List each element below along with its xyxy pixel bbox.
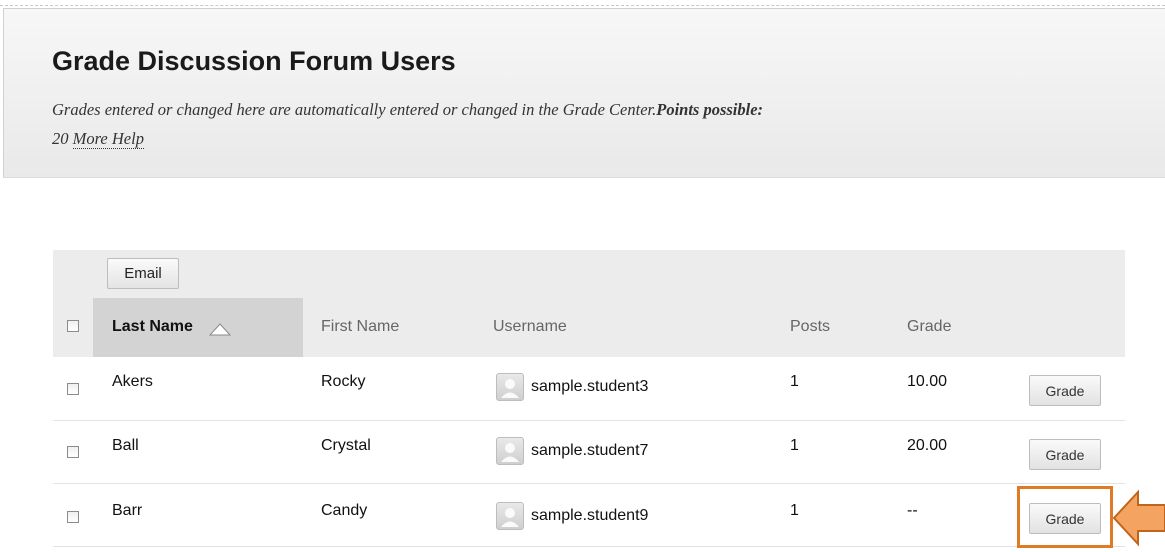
row-first-name: Candy [321,502,368,519]
user-avatar-icon [496,373,524,401]
row-posts: 1 [790,373,799,390]
row-checkbox[interactable] [67,383,79,395]
row-username: sample.student9 [531,507,649,524]
column-header-first-name[interactable]: First Name [321,318,399,336]
row-username: sample.student3 [531,378,649,395]
row-checkbox[interactable] [67,446,79,458]
row-last-name: Ball [112,437,139,454]
help-text-body: Grades entered or changed here are autom… [52,100,657,119]
sort-ascending-icon[interactable] [209,323,231,336]
column-header-username[interactable]: Username [493,318,567,336]
row-grade: -- [907,502,918,519]
row-checkbox[interactable] [67,511,79,523]
user-avatar-icon [496,502,524,530]
page-help-text: Grades entered or changed here are autom… [52,95,1122,153]
select-all-checkbox[interactable] [67,320,79,332]
grade-button[interactable]: Grade [1029,439,1101,470]
user-avatar-icon [496,437,524,465]
more-help-link[interactable]: More Help [72,129,144,149]
grade-button[interactable]: Grade [1029,375,1101,406]
top-divider [0,0,1165,6]
page-title: Grade Discussion Forum Users [52,46,456,76]
column-header-posts[interactable]: Posts [790,318,830,336]
email-button[interactable]: Email [107,258,179,289]
arrow-left-icon [1112,489,1165,552]
highlight-box [1017,486,1113,548]
column-header-last-name[interactable]: Last Name [112,318,193,336]
points-possible-value: 20 [52,129,69,148]
row-last-name: Akers [112,373,153,390]
row-posts: 1 [790,437,799,454]
row-grade: 10.00 [907,373,948,390]
row-posts: 1 [790,502,799,519]
row-username: sample.student7 [531,442,649,459]
row-first-name: Rocky [321,373,366,390]
row-last-name: Barr [112,502,143,519]
row-first-name: Crystal [321,437,371,454]
points-possible-label: Points possible: [656,100,764,119]
column-header-grade[interactable]: Grade [907,318,951,336]
row-grade: 20.00 [907,437,948,454]
